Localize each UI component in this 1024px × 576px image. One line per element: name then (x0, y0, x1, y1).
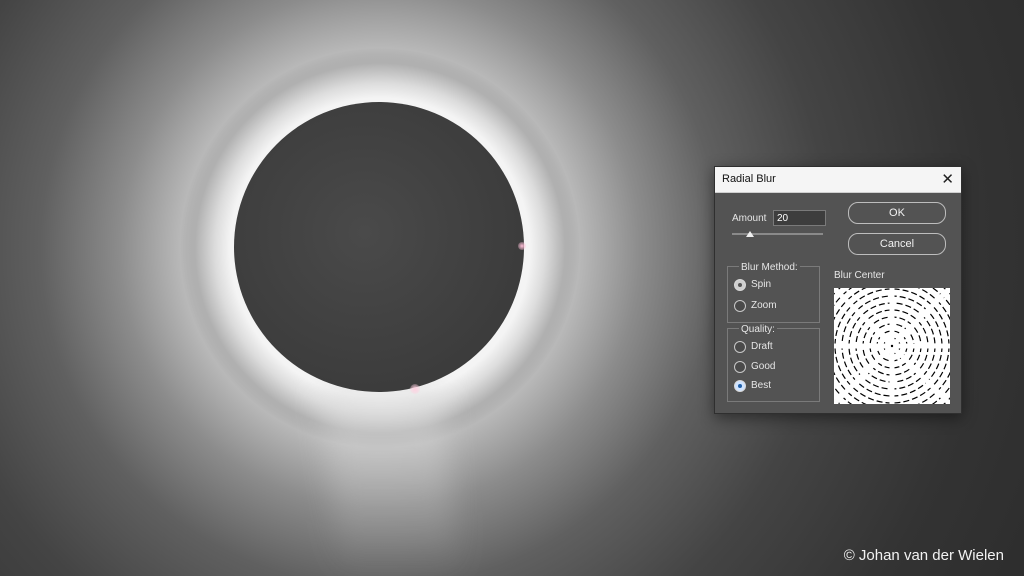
blur-method-label: Blur Method: (739, 262, 800, 273)
radio-label: Zoom (751, 300, 777, 311)
spin-pattern-icon (834, 288, 950, 404)
photo-credit: © Johan van der Wielen (843, 547, 1004, 564)
dialog-titlebar[interactable]: Radial Blur ✕ (715, 167, 961, 193)
radio-button[interactable] (734, 341, 746, 353)
blur-method-group: Blur Method: Spin Zoom (727, 262, 820, 323)
radio-button[interactable] (734, 300, 746, 312)
quality-label: Quality: (739, 324, 777, 335)
quality-group: Quality: Draft Good Best (727, 324, 820, 402)
close-icon[interactable]: ✕ (941, 170, 954, 188)
radio-label: Draft (751, 341, 773, 352)
moon-disk (234, 102, 524, 392)
solar-prominence (518, 242, 526, 250)
dialog-title: Radial Blur (722, 173, 776, 185)
amount-slider-thumb[interactable] (746, 231, 755, 237)
blur-center-label: Blur Center (834, 270, 885, 281)
radio-button-selected[interactable] (734, 279, 746, 291)
blur-center-preview[interactable] (834, 288, 950, 404)
amount-label: Amount (732, 213, 767, 224)
radio-button-selected[interactable] (734, 380, 746, 392)
radial-blur-dialog: Radial Blur ✕ Amount OK Cancel Blur Meth… (714, 166, 962, 414)
radio-label: Spin (751, 279, 772, 290)
radio-label: Good (751, 361, 776, 372)
amount-input[interactable] (773, 210, 826, 226)
radio-label: Best (751, 380, 772, 391)
radio-button[interactable] (734, 361, 746, 373)
cancel-button[interactable]: Cancel (848, 233, 946, 255)
corona-streamer (319, 380, 461, 576)
solar-prominence (410, 384, 420, 394)
ok-button[interactable]: OK (848, 202, 946, 224)
